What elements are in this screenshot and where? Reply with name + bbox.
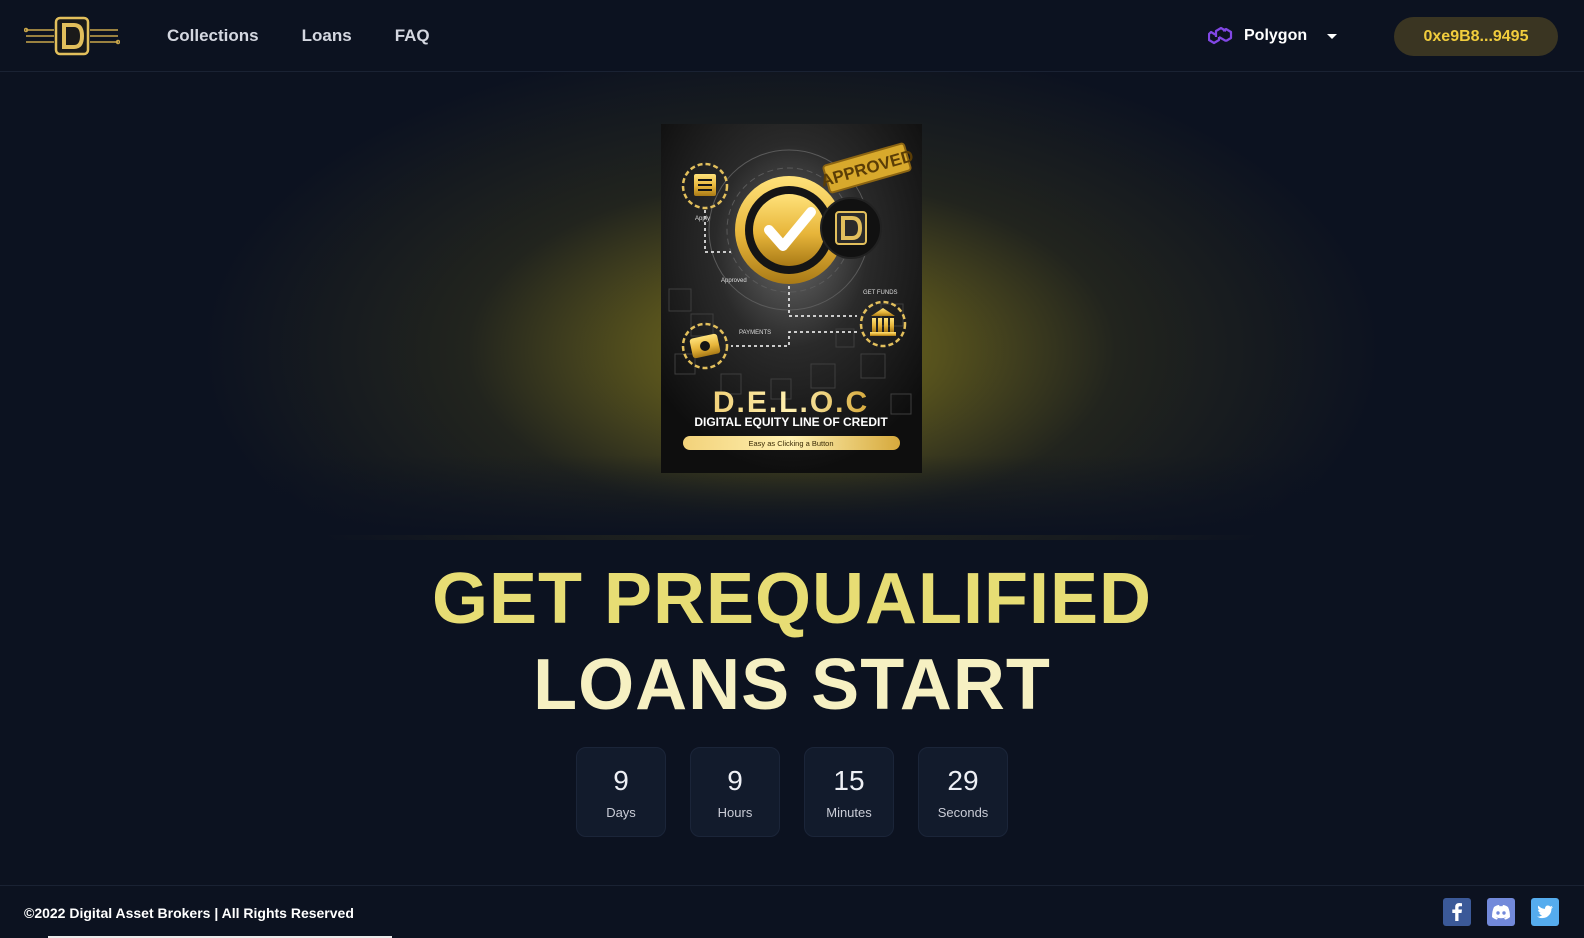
countdown-unit: Minutes	[826, 804, 872, 820]
facebook-icon[interactable]	[1443, 898, 1471, 926]
discord-icon[interactable]	[1487, 898, 1515, 926]
main-nav: Collections Loans FAQ	[167, 26, 430, 46]
countdown-hours: 9 Hours	[690, 747, 780, 837]
step-approved: Approved	[721, 278, 747, 284]
hero-headline: GET PREQUALIFIED LOANS START	[0, 556, 1584, 728]
social-links	[1443, 898, 1559, 926]
network-label: Polygon	[1244, 27, 1308, 44]
dab-logo-icon[interactable]	[23, 14, 121, 58]
countdown-value: 9	[613, 764, 629, 796]
countdown-seconds: 29 Seconds	[918, 747, 1008, 837]
countdown-minutes: 15 Minutes	[804, 747, 894, 837]
deloc-poster-image: APPROVED Apply Approved GET FUNDS PAYMEN…	[661, 124, 922, 473]
headline-line-2: LOANS START	[533, 645, 1051, 725]
headline-line-1: GET PREQUALIFIED	[431, 559, 1153, 639]
countdown-days: 9 Days	[576, 747, 666, 837]
countdown-unit: Hours	[717, 804, 753, 820]
polygon-icon	[1207, 25, 1234, 47]
countdown-unit: Seconds	[937, 804, 989, 820]
nav-collections[interactable]: Collections	[167, 26, 259, 46]
step-apply: Apply	[695, 216, 710, 222]
chevron-down-icon	[1327, 33, 1338, 39]
nav-loans[interactable]: Loans	[302, 26, 352, 46]
countdown-value: 9	[727, 764, 743, 796]
step-payments: PAYMENTS	[739, 330, 771, 336]
nav-faq[interactable]: FAQ	[395, 26, 430, 46]
step-get-funds: GET FUNDS	[863, 290, 898, 296]
top-nav: Collections Loans FAQ Polygon 0xe9B8...9…	[0, 0, 1584, 72]
countdown-unit: Days	[606, 804, 636, 820]
page-footer: ©2022 Digital Asset Brokers | All Rights…	[0, 885, 1584, 938]
countdown-timer: 9 Days 9 Hours 15 Minutes 29 Seconds	[576, 747, 1008, 837]
twitter-icon[interactable]	[1531, 898, 1559, 926]
copyright-text: ©2022 Digital Asset Brokers | All Rights…	[24, 905, 354, 921]
wallet-address-button[interactable]: 0xe9B8...9495	[1394, 17, 1558, 56]
countdown-value: 29	[947, 764, 979, 796]
network-selector[interactable]: Polygon	[1207, 24, 1338, 48]
poster-subtitle: DIGITAL EQUITY LINE OF CREDIT	[694, 415, 888, 429]
countdown-value: 15	[833, 764, 865, 796]
poster-tagline: Easy as Clicking a Button	[748, 439, 833, 448]
